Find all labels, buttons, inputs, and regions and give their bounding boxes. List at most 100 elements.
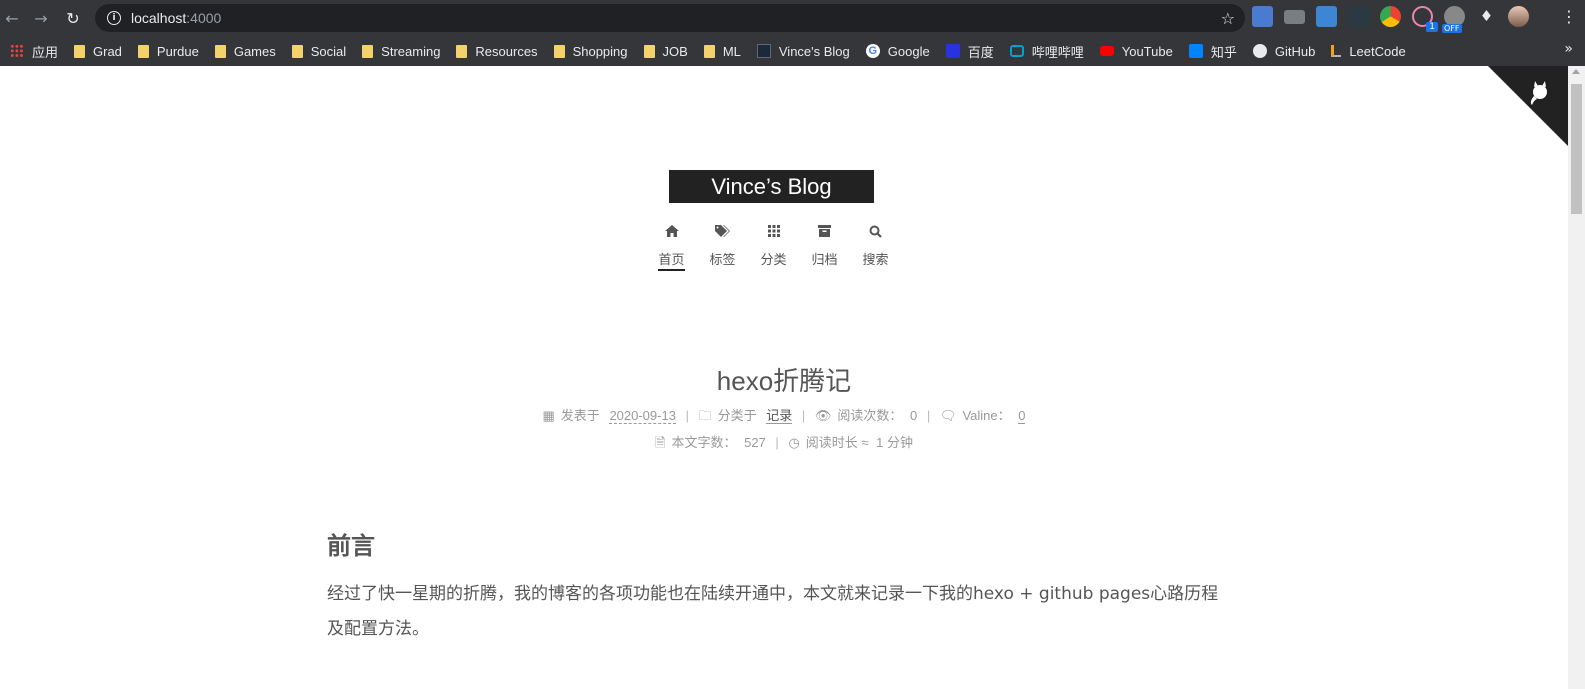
category-link[interactable]: 记录	[766, 408, 793, 424]
bookmark-folder-resources[interactable]: Resources	[448, 36, 545, 66]
folder-icon	[74, 44, 86, 58]
leetcode-icon	[1331, 45, 1342, 57]
address-bar[interactable]: i localhost:4000 ☆	[95, 4, 1245, 32]
translate-extension-icon[interactable]	[1252, 6, 1273, 27]
bookmark-label: 知乎	[1210, 44, 1237, 60]
eye-icon: 👁	[814, 408, 832, 423]
site-menu: 首页 标签 分类 归档 搜索	[646, 222, 901, 271]
bookmark-label: Grad	[93, 43, 122, 59]
post-meta-line-2: 🗎 本文字数： 527 | ◷ 阅读时长 ≈ 1 分钟	[0, 432, 1568, 456]
forward-arrow-icon[interactable]: →	[29, 6, 53, 30]
post-meta-line-1: ▦ 发表于 2020-09-13 | 🗀 分类于 记录 | 👁 阅读次数： 0 | 🗨…	[0, 405, 1568, 429]
bookmark-folder-ml[interactable]: ML	[696, 36, 749, 66]
bookmark-folder-grad[interactable]: Grad	[66, 36, 130, 66]
folder-icon: 🗀	[698, 408, 712, 423]
views-count: 0	[910, 408, 918, 423]
meta-separator: |	[926, 408, 931, 423]
profile-avatar[interactable]	[1508, 6, 1529, 27]
section-heading: 前言	[327, 532, 375, 560]
bookmark-folder-purdue[interactable]: Purdue	[130, 36, 207, 66]
scroll-up-arrow-icon[interactable]	[1572, 69, 1580, 74]
folder-icon	[291, 44, 303, 58]
calendar-icon: ▦	[542, 408, 555, 423]
bookmark-baidu[interactable]: 百度	[938, 36, 1002, 66]
menu-item-tags[interactable]: 标签	[697, 222, 748, 271]
cat-extension-icon[interactable]: 1	[1412, 6, 1438, 32]
bookmark-folder-games[interactable]: Games	[207, 36, 284, 66]
folder-icon	[553, 44, 565, 58]
archive-icon	[818, 222, 831, 240]
extension-badge-count: 1	[1426, 22, 1438, 32]
bookmark-folder-shopping[interactable]: Shopping	[546, 36, 636, 66]
folder-icon	[456, 44, 468, 58]
home-icon	[664, 222, 679, 240]
bookmark-vinces-blog[interactable]: Vince's Blog	[749, 36, 858, 66]
bookmark-label: GitHub	[1274, 43, 1316, 59]
scrollbar-thumb[interactable]	[1571, 84, 1582, 214]
extension-badge-off: OFF	[1442, 24, 1462, 33]
folder-icon	[362, 44, 374, 58]
bookmark-star-icon[interactable]: ☆	[1221, 9, 1235, 28]
file-word-icon: 🗎	[655, 435, 666, 450]
bookmark-apps[interactable]: 应用	[2, 36, 66, 66]
wordcount-label: 本文字数：	[671, 435, 737, 450]
menu-label: 标签	[709, 253, 736, 268]
site-brand[interactable]: Vince’s Blog	[669, 170, 874, 203]
bookmark-label: Resources	[475, 43, 538, 59]
menu-label: 分类	[760, 253, 787, 268]
bookmark-label: Purdue	[156, 43, 199, 59]
puzzle-extensions-icon[interactable]: ♦	[1476, 6, 1497, 27]
folder-icon	[703, 44, 715, 58]
menu-label: 首页	[658, 249, 685, 271]
post-title[interactable]: hexo折腾记	[0, 361, 1568, 398]
bookmark-label: Streaming	[381, 43, 441, 59]
wordcount-value: 527	[744, 435, 766, 450]
reload-icon[interactable]: ↻	[61, 6, 85, 30]
more-menu-icon[interactable]: ⋮	[1561, 7, 1577, 26]
search-icon	[869, 222, 882, 240]
baidu-icon	[945, 44, 960, 58]
url-host: localhost	[131, 10, 187, 26]
views-label: 阅读次数：	[837, 408, 903, 423]
readtime-label: 阅读时长 ≈	[805, 435, 869, 450]
bookmark-github[interactable]: GitHub	[1245, 36, 1323, 66]
bookmark-youtube[interactable]: YouTube	[1092, 36, 1181, 66]
bookmark-label: YouTube	[1121, 43, 1173, 59]
bookmark-folder-job[interactable]: JOB	[636, 36, 696, 66]
chrome-download-extension-icon[interactable]	[1380, 6, 1401, 27]
bookmark-bilibili[interactable]: 哔哩哔哩	[1002, 36, 1092, 66]
menu-label: 归档	[811, 253, 838, 268]
valine-label: Valine：	[962, 408, 1011, 423]
browser-toolbar: ← → ↻ i localhost:4000 ☆ 1 OFF ♦ ⋮	[0, 0, 1585, 36]
vertical-scrollbar[interactable]	[1568, 66, 1585, 689]
url-text[interactable]: localhost:4000	[131, 10, 221, 26]
bookmark-label: 哔哩哔哩	[1031, 44, 1084, 60]
bookmark-google[interactable]: G Google	[858, 36, 938, 66]
window-extension-icon[interactable]	[1316, 6, 1337, 27]
menu-item-search[interactable]: 搜索	[850, 222, 901, 271]
bilibili-icon	[1009, 45, 1024, 57]
bookmark-label: JOB	[662, 43, 688, 59]
bookmark-label: Shopping	[572, 43, 628, 59]
valine-count-link[interactable]: 0	[1018, 408, 1026, 424]
menu-item-categories[interactable]: 分类	[748, 222, 799, 271]
bookmark-folder-social[interactable]: Social	[284, 36, 354, 66]
bookmark-leetcode[interactable]: LeetCode	[1323, 36, 1413, 66]
grid-extension-icon[interactable]	[1348, 6, 1369, 27]
bookmark-folder-streaming[interactable]: Streaming	[354, 36, 448, 66]
folder-icon	[214, 44, 226, 58]
posted-date-link[interactable]: 2020-09-13	[609, 408, 676, 424]
off-extension-icon[interactable]: OFF	[1442, 6, 1465, 33]
folder-icon	[643, 44, 655, 58]
bookmark-zhihu[interactable]: 知乎	[1181, 36, 1245, 66]
grid-icon	[767, 222, 780, 240]
info-icon[interactable]: i	[107, 11, 121, 25]
menu-item-archives[interactable]: 归档	[799, 222, 850, 271]
github-corner-icon[interactable]	[1488, 66, 1568, 146]
mail-extension-icon[interactable]	[1284, 9, 1305, 24]
bookmark-label: Google	[887, 43, 930, 59]
back-arrow-icon[interactable]: ←	[0, 6, 24, 30]
bookmarks-overflow-icon[interactable]: »	[1564, 41, 1573, 57]
menu-item-home[interactable]: 首页	[646, 222, 697, 271]
readtime-value: 1 分钟	[876, 435, 913, 450]
